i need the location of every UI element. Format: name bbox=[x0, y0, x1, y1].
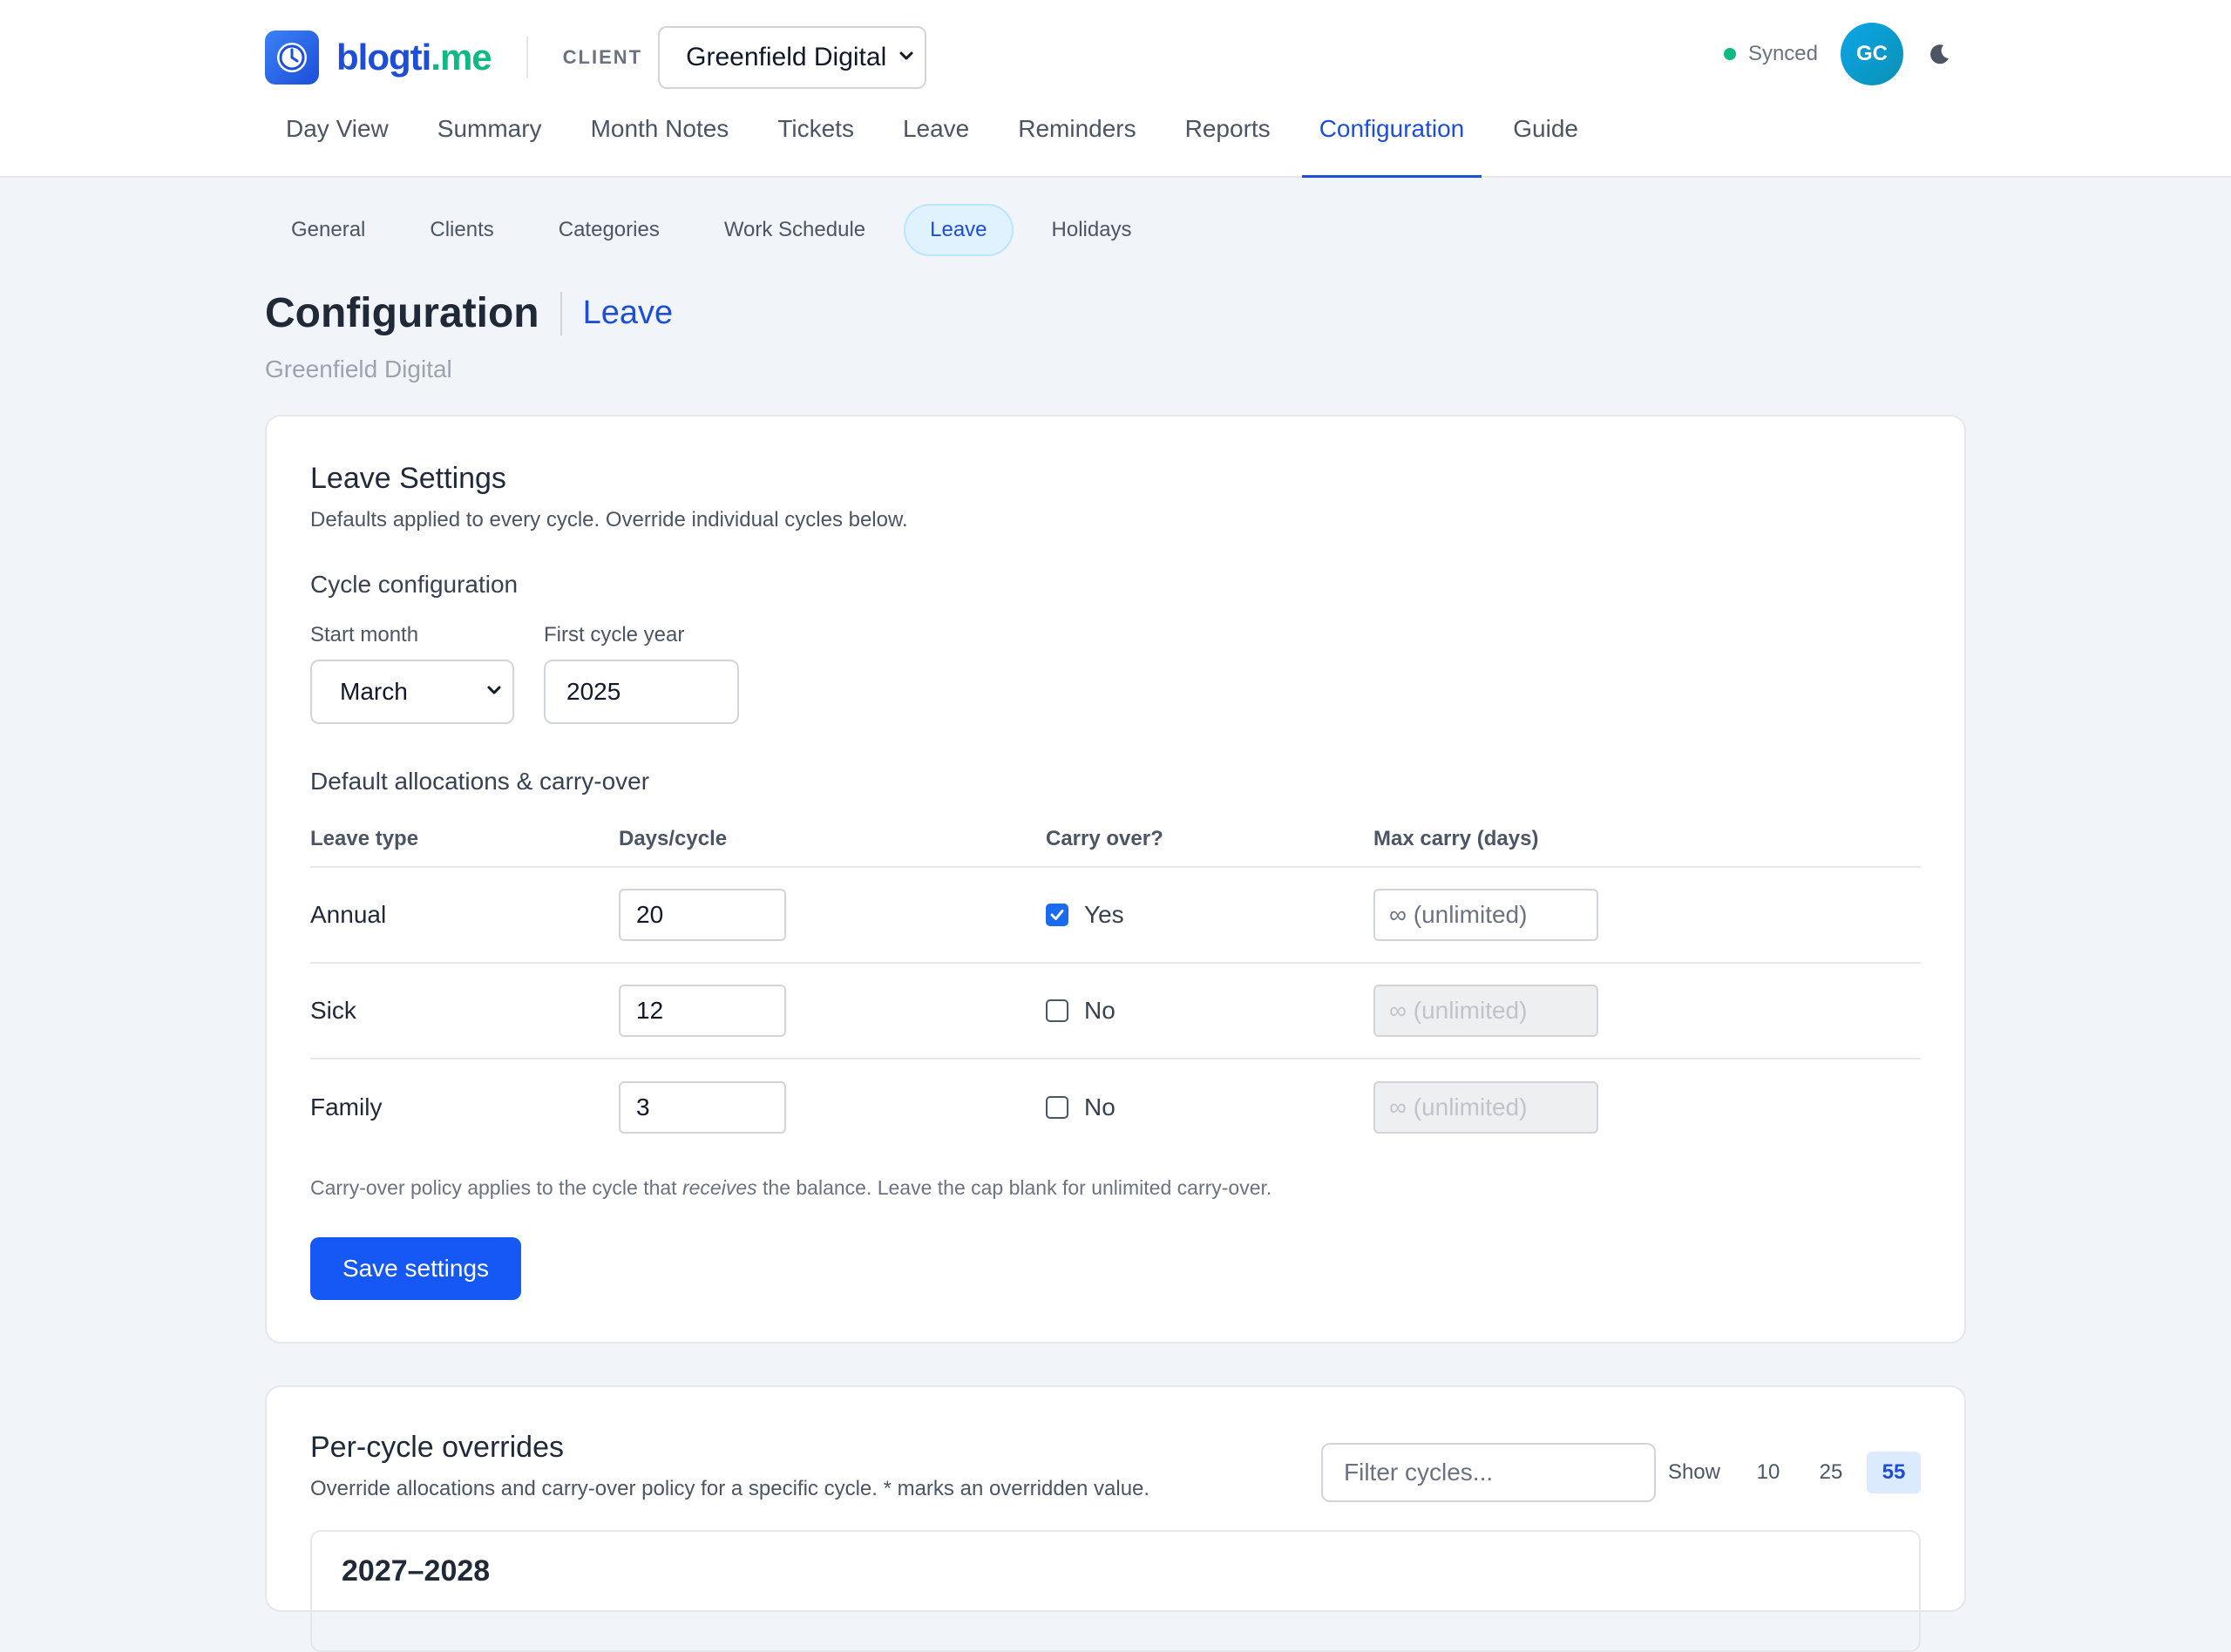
note-text: Carry-over policy applies to the cycle t… bbox=[310, 1176, 682, 1199]
moon-icon[interactable] bbox=[1926, 41, 1952, 67]
carry-over-checkbox[interactable] bbox=[1046, 904, 1068, 926]
carry-over-label: No bbox=[1084, 1093, 1116, 1121]
brand-name-part2: .me bbox=[431, 37, 492, 78]
allocations-heading: Default allocations & carry-over bbox=[310, 768, 650, 795]
nav-item-reports[interactable]: Reports bbox=[1164, 99, 1292, 176]
client-label: CLIENT bbox=[562, 46, 643, 68]
carry-over-checkbox[interactable] bbox=[1046, 999, 1068, 1022]
chevron-down-icon bbox=[897, 43, 916, 72]
page-size-option-10[interactable]: 10 bbox=[1741, 1452, 1795, 1493]
per-cycle-overrides-card: Per-cycle overrides Override allocations… bbox=[265, 1385, 1966, 1652]
filter-cycles-input[interactable]: Filter cycles... bbox=[1321, 1443, 1656, 1502]
chevron-down-icon bbox=[485, 678, 504, 706]
page-size-selector: Show 10 25 55 bbox=[1668, 1452, 1921, 1493]
nav-item-leave[interactable]: Leave bbox=[882, 99, 990, 176]
brand-name[interactable]: blogti.me bbox=[336, 37, 492, 78]
leave-type-name: Family bbox=[310, 1093, 383, 1121]
sync-status-dot bbox=[1723, 48, 1736, 60]
nav-item-summary[interactable]: Summary bbox=[417, 99, 563, 176]
page-size-option-55[interactable]: 55 bbox=[1867, 1452, 1921, 1493]
header-status: Synced GC bbox=[1723, 23, 1952, 85]
main-nav: Day View Summary Month Notes Tickets Lea… bbox=[265, 99, 1606, 178]
tab-holidays[interactable]: Holidays bbox=[1026, 204, 1158, 256]
leave-type-name: Annual bbox=[310, 901, 387, 928]
table-header: Leave type Days/cycle Carry over? Max ca… bbox=[310, 812, 1921, 868]
first-cycle-year-value: 2025 bbox=[566, 678, 621, 705]
days-per-cycle-input[interactable]: 3 bbox=[619, 1081, 786, 1134]
carry-over-checkbox[interactable] bbox=[1046, 1096, 1068, 1119]
max-carry-input: ∞ (unlimited) bbox=[1373, 1081, 1598, 1134]
card-title: Leave Settings bbox=[310, 462, 506, 495]
max-carry-input: ∞ (unlimited) bbox=[1373, 985, 1598, 1037]
page-title: Configuration bbox=[265, 290, 539, 336]
page-client-name: Greenfield Digital bbox=[265, 355, 452, 383]
divider bbox=[559, 291, 562, 335]
show-label: Show bbox=[1667, 1460, 1720, 1484]
carry-over-note: Carry-over policy applies to the cycle t… bbox=[310, 1176, 1921, 1200]
nav-item-day-view[interactable]: Day View bbox=[265, 99, 410, 176]
top-bar: blogti.me CLIENT Greenfield Digital Sync… bbox=[0, 0, 2231, 178]
clock-icon[interactable] bbox=[265, 30, 319, 85]
allocations-table: Leave type Days/cycle Carry over? Max ca… bbox=[310, 812, 1921, 1200]
note-emphasis: receives bbox=[682, 1176, 757, 1199]
column-header: Carry over? bbox=[1046, 827, 1163, 850]
leave-settings-card: Leave Settings Defaults applied to every… bbox=[265, 415, 1966, 1344]
first-cycle-year-label: First cycle year bbox=[544, 623, 685, 647]
tab-general[interactable]: General bbox=[265, 204, 391, 256]
table-row: Family 3 No ∞ (unlimited) bbox=[310, 1060, 1921, 1155]
tab-leave[interactable]: Leave bbox=[904, 204, 1014, 256]
table-row: Sick 12 No ∞ (unlimited) bbox=[310, 964, 1921, 1060]
tab-work-schedule[interactable]: Work Schedule bbox=[698, 204, 892, 256]
days-per-cycle-input[interactable]: 20 bbox=[619, 889, 786, 941]
check-icon bbox=[1050, 910, 1064, 920]
cycle-config-heading: Cycle configuration bbox=[310, 571, 519, 598]
config-subnav: General Clients Categories Work Schedule… bbox=[265, 204, 1170, 256]
tab-clients[interactable]: Clients bbox=[403, 204, 519, 256]
start-month-select[interactable]: March bbox=[310, 660, 514, 724]
nav-item-guide[interactable]: Guide bbox=[1492, 99, 1599, 176]
page-subtitle: Leave bbox=[582, 295, 674, 331]
start-month-value: March bbox=[340, 678, 408, 705]
save-settings-button[interactable]: Save settings bbox=[310, 1237, 521, 1300]
avatar[interactable]: GC bbox=[1841, 23, 1903, 85]
brand-name-part1: blogti bbox=[336, 37, 431, 78]
divider bbox=[526, 37, 528, 78]
carry-over-label: Yes bbox=[1084, 901, 1124, 928]
cycle-card: 2027–2028 bbox=[310, 1530, 1921, 1652]
leave-type-name: Sick bbox=[310, 997, 356, 1024]
days-per-cycle-input[interactable]: 12 bbox=[619, 985, 786, 1037]
page-size-option-25[interactable]: 25 bbox=[1804, 1452, 1858, 1493]
start-month-label: Start month bbox=[310, 623, 419, 647]
column-header: Days/cycle bbox=[619, 827, 728, 850]
sync-status-text: Synced bbox=[1747, 42, 1818, 65]
cycle-title: 2027–2028 bbox=[342, 1554, 491, 1588]
first-cycle-year-input[interactable]: 2025 bbox=[544, 660, 739, 724]
table-row: Annual 20 Yes ∞ (unlimited) bbox=[310, 868, 1921, 964]
nav-item-reminders[interactable]: Reminders bbox=[997, 99, 1156, 176]
brand: blogti.me CLIENT Greenfield Digital bbox=[265, 26, 927, 89]
card-description: Defaults applied to every cycle. Overrid… bbox=[310, 508, 908, 531]
nav-item-month-notes[interactable]: Month Notes bbox=[570, 99, 750, 176]
note-text: the balance. Leave the cap blank for unl… bbox=[756, 1176, 1272, 1199]
max-carry-input[interactable]: ∞ (unlimited) bbox=[1373, 889, 1598, 941]
column-header: Leave type bbox=[310, 827, 419, 850]
carry-over-label: No bbox=[1084, 997, 1116, 1024]
client-select[interactable]: Greenfield Digital bbox=[658, 26, 927, 89]
tab-categories[interactable]: Categories bbox=[532, 204, 686, 256]
nav-item-configuration[interactable]: Configuration bbox=[1299, 99, 1486, 178]
client-select-value: Greenfield Digital bbox=[686, 43, 887, 71]
page-header: Configuration Leave bbox=[265, 289, 673, 337]
column-header: Max carry (days) bbox=[1373, 827, 1539, 850]
nav-item-tickets[interactable]: Tickets bbox=[756, 99, 875, 176]
